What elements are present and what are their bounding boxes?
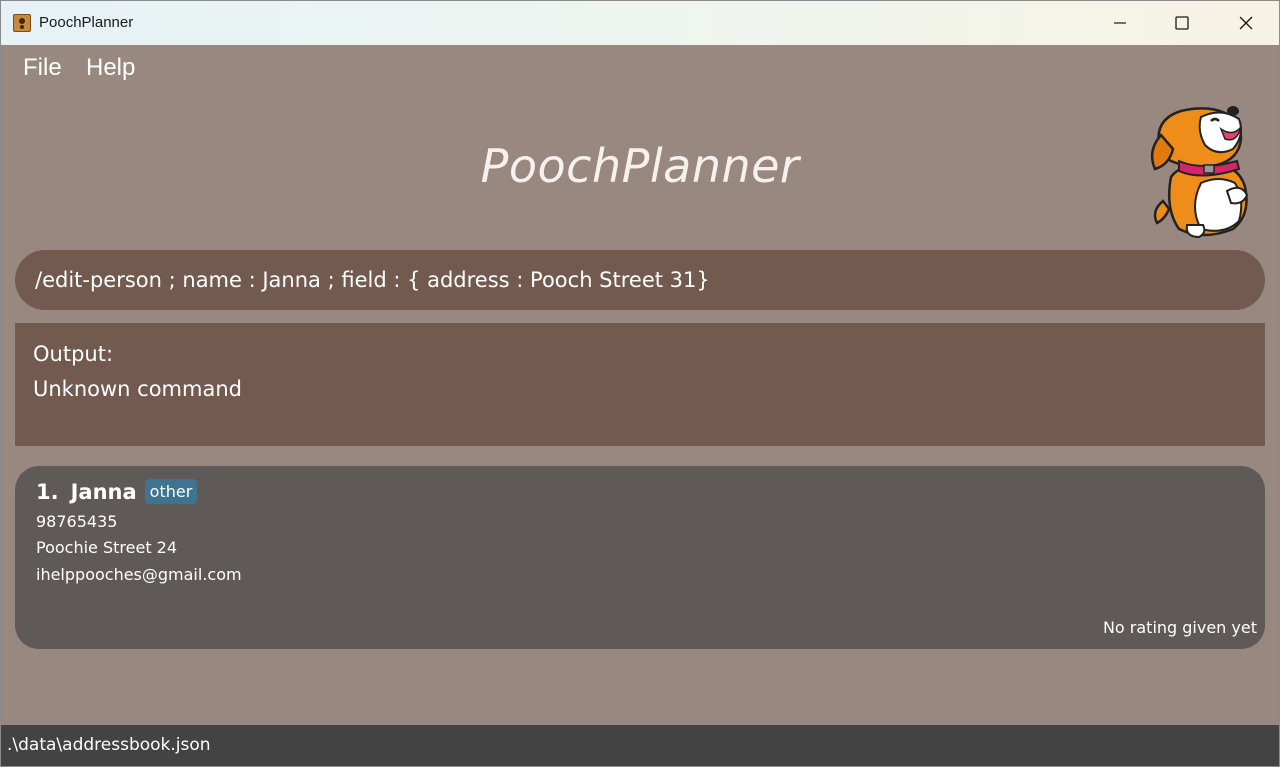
person-tag: other [144, 479, 198, 504]
output-message: Unknown command [33, 377, 242, 401]
output-label: Output: [33, 342, 114, 366]
maximize-button[interactable] [1150, 1, 1214, 45]
menu-file[interactable]: File [23, 54, 62, 82]
person-email: ihelppooches@gmail.com [36, 565, 242, 584]
close-icon [1239, 16, 1253, 30]
app-title: PoochPlanner [480, 139, 800, 193]
output-panel: Output: Unknown command [15, 323, 1265, 446]
title-bar[interactable]: PoochPlanner [1, 1, 1279, 45]
app-icon [13, 14, 31, 32]
app-window: PoochPlanner File Help PoochPlanner /edi… [0, 0, 1280, 767]
person-card[interactable]: 1. Janna other 98765435 Poochie Street 2… [15, 466, 1265, 649]
command-box[interactable] [15, 250, 1265, 310]
data-file-path: .\data\addressbook.json [7, 735, 211, 755]
maximize-icon [1175, 16, 1189, 30]
menu-bar: File Help [1, 45, 1279, 93]
person-phone: 98765435 [36, 512, 118, 531]
status-bar: .\data\addressbook.json [1, 725, 1279, 766]
minimize-icon [1114, 22, 1126, 24]
person-address: Poochie Street 24 [36, 538, 178, 557]
close-button[interactable] [1214, 1, 1278, 45]
menu-help[interactable]: Help [86, 54, 135, 82]
window-title: PoochPlanner [39, 14, 134, 31]
person-index: 1. [36, 479, 59, 504]
person-rating: No rating given yet [1102, 618, 1257, 637]
command-input[interactable] [35, 268, 1235, 292]
person-name: Janna [70, 479, 137, 504]
dog-mascot-icon [1150, 106, 1249, 239]
minimize-button[interactable] [1088, 1, 1152, 45]
person-card-header: 1. Janna other [36, 479, 198, 504]
